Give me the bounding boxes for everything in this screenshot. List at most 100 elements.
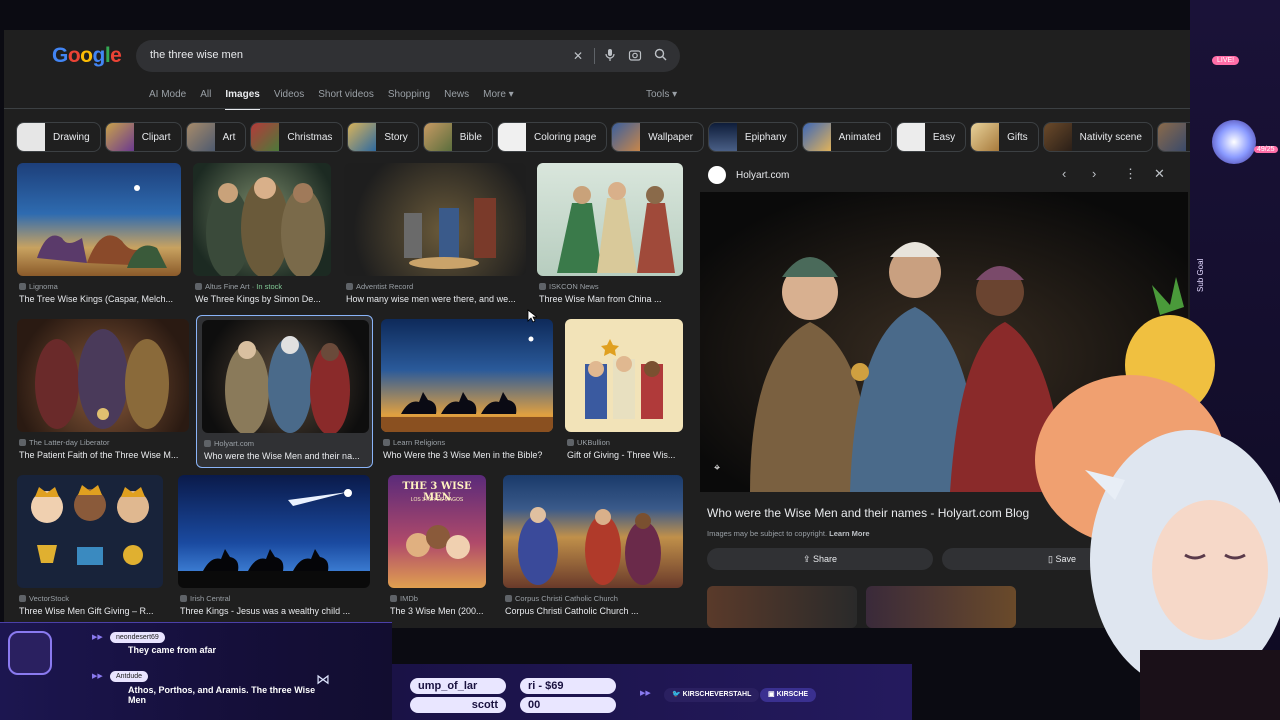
chip-label: Art — [222, 131, 236, 143]
result-thumbnail — [193, 163, 331, 276]
chip-thumbnail — [348, 123, 377, 151]
chip-nativity-scene[interactable]: Nativity scene — [1042, 122, 1153, 152]
result-title[interactable]: Gift of Giving - Three Wis... — [567, 450, 681, 460]
result-title[interactable]: The Tree Wise Kings (Caspar, Melch... — [19, 294, 179, 304]
chip-wallpaper[interactable]: Wallpaper — [611, 122, 704, 152]
result-thumbnail — [202, 320, 369, 433]
tab-images[interactable]: Images — [225, 89, 260, 110]
search-input[interactable]: the three wise men — [150, 49, 243, 61]
result-source: VectorStock — [19, 594, 69, 603]
result-title[interactable]: We Three Kings by Simon De... — [195, 294, 329, 304]
chip-christmas[interactable]: Christmas — [250, 122, 344, 152]
image-result[interactable]: VectorStock Three Wise Men Gift Giving –… — [17, 475, 163, 620]
preview-site[interactable]: Holyart.com — [708, 166, 789, 184]
image-result[interactable]: Adventist Record How many wise men were … — [344, 163, 526, 308]
chip-animated[interactable]: Animated — [801, 122, 892, 152]
result-source: Learn Religions — [383, 438, 445, 447]
share-icon: ⇪ — [802, 554, 811, 564]
tab-videos[interactable]: Videos — [274, 89, 304, 110]
result-source: Holyart.com — [204, 439, 254, 448]
result-title[interactable]: Three Wise Men Gift Giving – R... — [19, 606, 161, 616]
result-source: Corpus Christi Catholic Church — [505, 594, 618, 603]
chevron-left-icon[interactable]: ‹ — [1062, 166, 1066, 181]
tab-shopping[interactable]: Shopping — [388, 89, 430, 110]
image-result[interactable]: UKBullion Gift of Giving - Three Wis... — [565, 319, 683, 464]
chip-gifts[interactable]: Gifts — [970, 122, 1039, 152]
chip-more[interactable]: M — [1156, 122, 1190, 152]
chip-bible[interactable]: Bible — [422, 122, 493, 152]
result-title[interactable]: Three Wise Man from China ... — [539, 294, 681, 304]
google-logo[interactable]: Google — [52, 44, 122, 68]
chip-thumbnail — [708, 123, 737, 151]
chip-thumbnail — [186, 123, 215, 151]
chip-story[interactable]: Story — [347, 122, 419, 152]
chat-mascot-icon — [8, 631, 52, 675]
tab-news[interactable]: News — [444, 89, 469, 110]
image-result[interactable]: Learn Religions Who Were the 3 Wise Men … — [381, 319, 553, 464]
share-button[interactable]: ⇪ Share — [707, 548, 933, 570]
result-title[interactable]: The Patient Faith of the Three Wise M... — [19, 450, 187, 460]
mic-icon[interactable] — [602, 48, 618, 64]
recent-cheer: 00 — [520, 697, 616, 713]
chip-epiphany[interactable]: Epiphany — [707, 122, 798, 152]
chip-thumbnail — [423, 123, 452, 151]
image-result[interactable]: Lignoma The Tree Wise Kings (Caspar, Mel… — [17, 163, 181, 308]
chip-thumbnail — [105, 123, 134, 151]
tab-short-videos[interactable]: Short videos — [318, 89, 374, 110]
image-result[interactable]: THE 3 WISE MEN LOS 3 REYES MAGOS IMDb Th… — [388, 475, 486, 620]
chip-drawing[interactable]: Drawing — [16, 122, 101, 152]
result-title[interactable]: Who Were the 3 Wise Men in the Bible? — [383, 450, 551, 460]
result-thumbnail — [344, 163, 526, 276]
chip-art[interactable]: Art — [185, 122, 247, 152]
sub-goal-count: 49/25 — [1254, 146, 1278, 153]
image-result-selected[interactable]: Holyart.com Who were the Wise Men and th… — [196, 315, 373, 468]
result-title[interactable]: The 3 Wise Men (200... — [390, 606, 486, 616]
result-title[interactable]: How many wise men were there, and we... — [346, 294, 524, 304]
chat-username: Antdude — [110, 671, 149, 682]
chip-clipart[interactable]: Clipart — [104, 122, 182, 152]
result-thumbnail — [17, 475, 163, 588]
chip-easy[interactable]: Easy — [895, 122, 967, 152]
result-title[interactable]: Three Kings - Jesus was a wealthy child … — [180, 606, 368, 616]
tab-all[interactable]: All — [200, 89, 211, 110]
chip-coloring-page[interactable]: Coloring page — [496, 122, 608, 152]
chevron-right-icon[interactable]: › — [1092, 166, 1096, 181]
recent-donation: ri - $69 — [520, 678, 616, 694]
result-source: Lignoma — [19, 282, 58, 291]
image-result[interactable]: ISKCON News Three Wise Man from China ..… — [537, 163, 683, 308]
image-result[interactable]: Altus Fine Art · In stock We Three Kings… — [193, 163, 331, 308]
search-icon[interactable] — [652, 48, 668, 64]
chip-label: Animated — [838, 131, 881, 143]
chip-label: Epiphany — [744, 131, 787, 143]
result-title[interactable]: Corpus Christi Catholic Church ... — [505, 606, 681, 616]
image-result[interactable]: Irish Central Three Kings - Jesus was a … — [178, 475, 370, 620]
result-title[interactable]: Who were the Wise Men and their na... — [204, 451, 367, 461]
search-bar[interactable]: the three wise men ✕ — [136, 40, 680, 72]
close-icon[interactable]: ✕ — [570, 48, 586, 64]
image-result[interactable]: Corpus Christi Catholic Church Corpus Ch… — [503, 475, 683, 620]
live-badge: LIVE! — [1212, 56, 1240, 65]
related-thumbnail[interactable] — [707, 586, 857, 628]
preview-title[interactable]: Who were the Wise Men and their names - … — [707, 506, 1029, 520]
image-result[interactable]: The Latter-day Liberator The Patient Fai… — [17, 319, 189, 464]
site-name: Holyart.com — [736, 169, 790, 181]
site-favicon — [708, 166, 726, 184]
chip-thumbnail — [1043, 123, 1072, 151]
learn-more-link[interactable]: Learn More — [829, 529, 869, 538]
close-icon[interactable]: ✕ — [1154, 166, 1165, 182]
lens-search-icon[interactable]: ⌖ — [714, 462, 720, 475]
related-thumbnail[interactable] — [866, 586, 1016, 628]
chip-label: Gifts — [1007, 131, 1028, 143]
twitter-icon: 🐦 — [672, 691, 681, 698]
chip-label: Drawing — [53, 131, 90, 143]
result-thumbnail — [565, 319, 683, 432]
chip-thumbnail — [497, 123, 526, 151]
chip-label: Clipart — [141, 131, 171, 143]
tab-more[interactable]: More ▾ — [483, 89, 514, 110]
more-vert-icon[interactable]: ⋮ — [1124, 166, 1137, 182]
tools-button[interactable]: Tools ▾ — [646, 89, 677, 100]
result-thumbnail — [17, 319, 189, 432]
tab-ai-mode[interactable]: AI Mode — [149, 89, 186, 110]
camera-icon[interactable] — [627, 48, 643, 64]
overlay-orb — [1212, 120, 1256, 164]
